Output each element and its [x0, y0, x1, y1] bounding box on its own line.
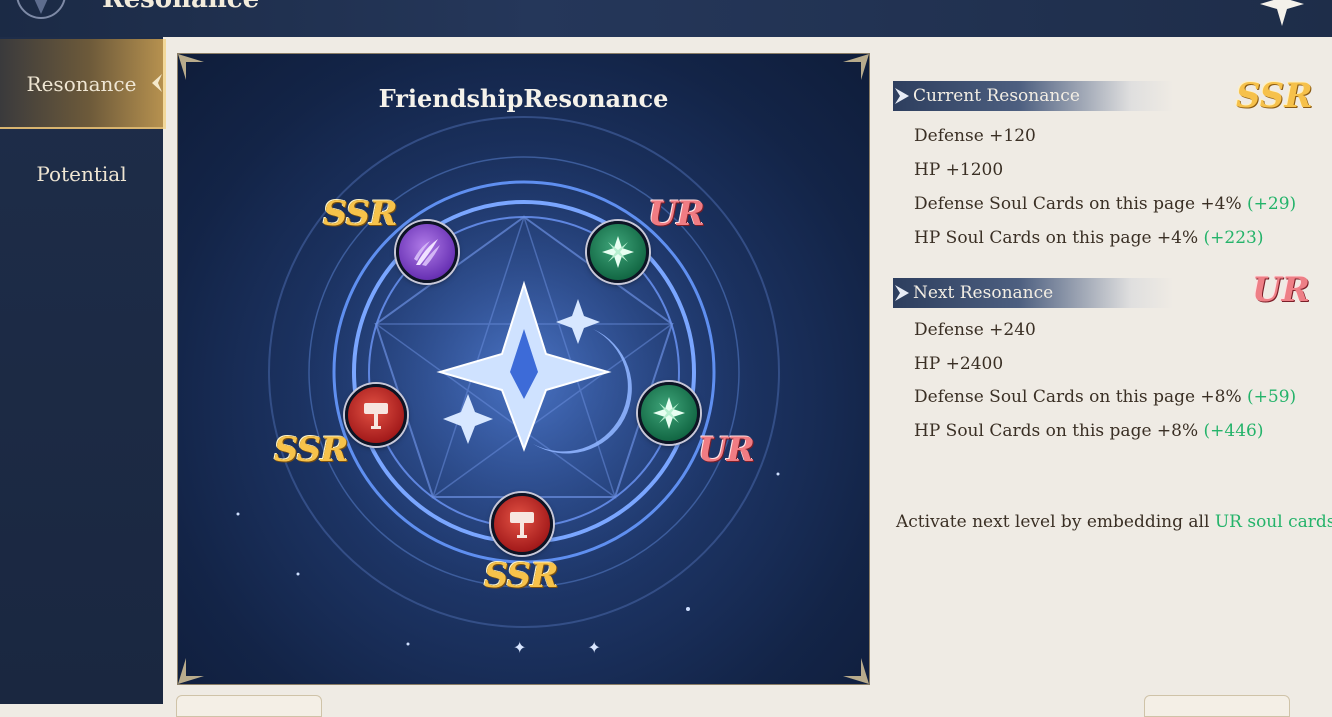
hammer-icon — [364, 403, 388, 429]
rank-label-ssr: SSR — [484, 556, 559, 596]
sidebar: Resonance Potential — [0, 37, 166, 704]
corner-ornament-icon — [178, 54, 204, 80]
stat-text: HP +1200 — [914, 160, 1004, 180]
soul-card-slot-ur-1[interactable] — [587, 221, 649, 283]
arrow-right-icon — [895, 285, 909, 301]
next-stat-hp-cards: HP Soul Cards on this page +8% (+446) — [914, 421, 1264, 441]
rank-label-ur: UR — [698, 430, 755, 470]
rank-label-ssr: SSR — [274, 430, 349, 470]
stat-text: HP Soul Cards on this page +4% — [914, 228, 1199, 248]
stat-text: Defense Soul Cards on this page +8% — [914, 387, 1242, 407]
card-title: FriendshipResonance — [378, 84, 669, 113]
current-stat-hp: HP +1200 — [914, 160, 1003, 180]
resonance-card: FriendshipResonance SSR UR UR SSR SSR ✦ … — [177, 53, 870, 685]
stat-text: Defense +240 — [914, 320, 1036, 340]
corner-ornament-icon — [843, 658, 869, 684]
hammer-icon — [510, 512, 534, 538]
corner-ornament-icon — [178, 658, 204, 684]
stat-bonus: (+446) — [1203, 421, 1264, 441]
page-title: Resonance — [102, 0, 259, 14]
current-stat-defense-cards: Defense Soul Cards on this page +4% (+29… — [914, 194, 1296, 214]
next-stat-defense: Defense +240 — [914, 320, 1036, 340]
sidebar-item-label: Resonance — [26, 72, 137, 96]
sidebar-item-resonance[interactable]: Resonance — [0, 39, 166, 129]
stat-text: HP +2400 — [914, 354, 1004, 374]
stat-bonus: (+59) — [1247, 387, 1297, 407]
soul-card-slot-ur-2[interactable] — [638, 382, 700, 444]
section-label: Current Resonance — [913, 86, 1080, 106]
arrow-right-icon — [895, 88, 909, 104]
stat-bonus: (+223) — [1203, 228, 1264, 248]
soul-card-slot-ssr-3[interactable] — [491, 493, 553, 555]
compass-star-icon — [602, 236, 634, 268]
stat-text: HP Soul Cards on this page +8% — [914, 421, 1199, 441]
next-stat-defense-cards: Defense Soul Cards on this page +8% (+59… — [914, 387, 1296, 407]
next-stat-hp: HP +2400 — [914, 354, 1003, 374]
current-rank-badge: SSR — [1236, 76, 1313, 116]
next-page-button[interactable] — [1144, 695, 1290, 717]
stat-bonus: (+29) — [1247, 194, 1297, 214]
sidebar-item-potential[interactable]: Potential — [0, 129, 163, 219]
corner-ornament-icon — [843, 54, 869, 80]
chevron-left-icon — [152, 74, 162, 92]
activation-note: Activate next level by embedding all UR … — [896, 512, 1332, 532]
next-resonance-header: Next Resonance — [893, 278, 1173, 308]
compass-star-icon — [653, 397, 685, 429]
top-bar: Resonance — [0, 0, 1332, 37]
current-resonance-header: Current Resonance — [893, 81, 1173, 111]
stat-text: Defense +120 — [914, 126, 1036, 146]
page-indicator[interactable]: ✦ ✦ — [513, 638, 629, 657]
soul-card-slot-ssr-1[interactable] — [396, 221, 458, 283]
emblem-icon — [16, 0, 66, 19]
next-rank-badge: UR — [1252, 270, 1310, 310]
note-highlight: UR soul cards — [1214, 512, 1332, 532]
current-stat-defense: Defense +120 — [914, 126, 1036, 146]
section-label: Next Resonance — [913, 283, 1054, 303]
current-stat-hp-cards: HP Soul Cards on this page +4% (+223) — [914, 228, 1264, 248]
stat-text: Defense Soul Cards on this page +4% — [914, 194, 1242, 214]
note-text: Activate next level by embedding all — [896, 512, 1215, 532]
soul-card-slot-ssr-2[interactable] — [345, 384, 407, 446]
sidebar-item-label: Potential — [36, 162, 127, 186]
star-close-icon[interactable] — [1260, 0, 1304, 26]
rank-label-ssr: SSR — [323, 194, 398, 234]
claw-icon — [414, 239, 440, 266]
rank-label-ur: UR — [648, 194, 705, 234]
prev-page-button[interactable] — [176, 695, 322, 717]
